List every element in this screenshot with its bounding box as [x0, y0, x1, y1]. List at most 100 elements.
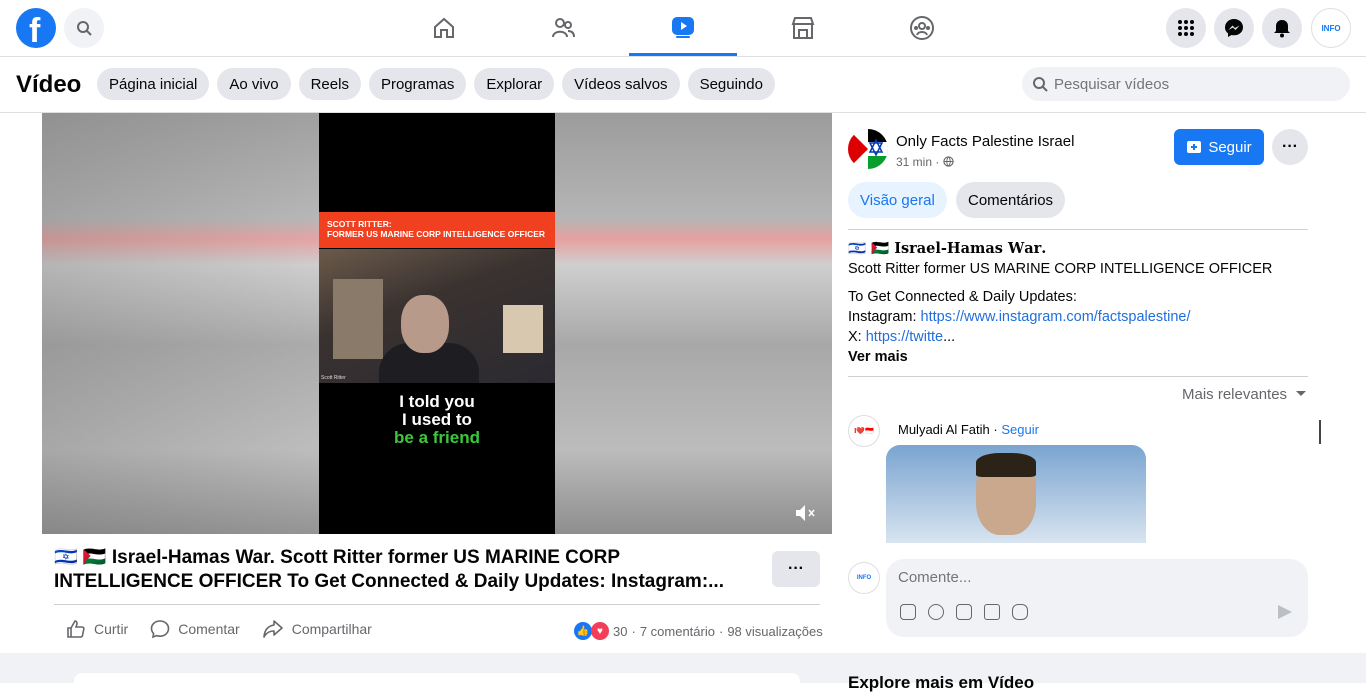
chip-explore[interactable]: Explorar: [474, 68, 555, 100]
tab-overview[interactable]: Visão geral: [848, 182, 947, 218]
like-button[interactable]: Curtir: [66, 619, 128, 639]
marketplace-icon[interactable]: [749, 0, 857, 56]
search-icon[interactable]: [64, 8, 104, 48]
follow-plus-icon: [1187, 141, 1202, 153]
instagram-label: Instagram:: [848, 309, 921, 325]
comment-button[interactable]: Comentar: [150, 619, 240, 639]
video-frame: SCOTT RITTER: FORMER US MARINE CORP INTE…: [319, 113, 555, 534]
comment-sort-label: Mais relevantes: [1182, 386, 1288, 403]
comment-image[interactable]: [886, 445, 1146, 543]
share-label: Compartilhar: [291, 621, 372, 637]
comment-input[interactable]: [898, 569, 1278, 586]
blurred-background: [42, 113, 319, 534]
sticker-icon[interactable]: [1012, 604, 1028, 620]
commenter-avatar[interactable]: I❤️🇮🇩: [848, 415, 880, 447]
camera-icon[interactable]: [956, 604, 972, 620]
video-search-input[interactable]: [1054, 75, 1334, 93]
divider: [54, 604, 820, 605]
follow-label: Seguir: [1208, 138, 1252, 156]
instagram-link[interactable]: https://www.instagram.com/factspalestine…: [921, 309, 1191, 325]
video-title-line-2: INTELLIGENCE OFFICER To Get Connected & …: [54, 571, 724, 592]
commenter-follow-link[interactable]: Seguir: [1001, 422, 1039, 437]
reaction-count[interactable]: 30: [613, 624, 627, 639]
comment-label: Comentar: [178, 621, 240, 637]
post-time-text[interactable]: 31 min ·: [896, 155, 939, 169]
share-button[interactable]: Compartilhar: [262, 619, 372, 639]
next-video-card[interactable]: [74, 673, 800, 693]
video-caption: I told you I used to be a friend: [319, 393, 555, 447]
banner-line-2: FORMER US MARINE CORP INTELLIGENCE OFFIC…: [327, 229, 546, 239]
banner-line-1: SCOTT RITTER:: [327, 219, 392, 229]
explore-more-heading: Explore mais em Vídeo: [848, 673, 1035, 692]
search-icon: [1033, 77, 1048, 92]
comment-sort-dropdown[interactable]: Mais relevantes: [1182, 386, 1307, 403]
x-label: X:: [848, 329, 866, 345]
divider: [848, 376, 1308, 377]
avatar-sticker-icon[interactable]: [900, 604, 916, 620]
description-line: To Get Connected & Daily Updates:: [848, 289, 1077, 305]
thumbs-up-icon: [67, 620, 85, 638]
emoji-icon[interactable]: [928, 604, 944, 620]
video-banner: SCOTT RITTER: FORMER US MARINE CORP INTE…: [319, 212, 555, 248]
facebook-logo-icon[interactable]: f: [16, 8, 56, 50]
my-avatar[interactable]: INFO: [848, 562, 880, 594]
commenter-name[interactable]: Mulyadi Al Fatih: [898, 422, 990, 437]
friends-icon[interactable]: [509, 0, 617, 56]
commenter-header: Mulyadi Al Fatih · Seguir: [898, 422, 1039, 437]
video-title-line-1: 🇮🇱 🇵🇸 Israel-Hamas War. Scott Ritter for…: [54, 547, 621, 568]
speaker-nametag: Scott Ritter: [321, 375, 346, 381]
messenger-icon[interactable]: [1214, 8, 1254, 48]
chip-following[interactable]: Seguindo: [687, 68, 775, 100]
follow-page-button[interactable]: Seguir: [1174, 129, 1264, 165]
page-avatar[interactable]: [848, 129, 888, 169]
see-more-link[interactable]: Ver mais: [848, 347, 908, 367]
like-label: Curtir: [94, 621, 129, 637]
comment-composer[interactable]: [886, 559, 1308, 637]
video-stats: 👍 ♥ 30 · 7 comentário · 98 visualizações: [574, 622, 823, 640]
chip-shows[interactable]: Programas: [368, 68, 467, 100]
notifications-bell-icon[interactable]: [1262, 8, 1302, 48]
home-icon[interactable]: [390, 0, 498, 56]
divider: [848, 229, 1308, 230]
view-count: 98 visualizações: [727, 623, 823, 639]
caption-line-2: I used to: [402, 410, 472, 429]
chip-reels[interactable]: Reels: [298, 68, 361, 100]
chevron-down-icon: [1296, 391, 1307, 396]
video-title: 🇮🇱 🇵🇸 Israel-Hamas War. Scott Ritter for…: [54, 546, 754, 594]
ellipsis: ...: [943, 329, 956, 345]
top-navigation-bar: f INFO: [0, 0, 1366, 57]
chip-live[interactable]: Ao vivo: [217, 68, 291, 100]
svg-text:f: f: [29, 12, 41, 48]
video-tab-icon[interactable]: [629, 0, 737, 56]
tab-comments[interactable]: Comentários: [956, 182, 1066, 218]
video-more-options-button[interactable]: ···: [772, 551, 820, 587]
post-more-options-button[interactable]: ···: [1272, 129, 1308, 165]
chip-home[interactable]: Página inicial: [97, 68, 210, 100]
post-description: 🇮🇱 🇵🇸 𝐈𝐬𝐫𝐚𝐞𝐥-𝐇𝐚𝐦𝐚𝐬 𝐖𝐚𝐫. Scott Ritter for…: [848, 239, 1308, 375]
gif-icon[interactable]: [984, 604, 1000, 620]
chip-saved-videos[interactable]: Vídeos salvos: [562, 68, 680, 100]
groups-icon[interactable]: [868, 0, 976, 56]
comment-count[interactable]: 7 comentário: [640, 624, 715, 639]
post-time: 31 min ·: [896, 155, 954, 169]
composer-tools: [900, 604, 1028, 620]
description-title: 🇮🇱 🇵🇸 𝐈𝐬𝐫𝐚𝐞𝐥-𝐇𝐚𝐦𝐚𝐬 𝐖𝐚𝐫.: [848, 240, 1047, 257]
caption-line-3: be a friend: [394, 428, 480, 447]
love-reaction-icon: ♥: [591, 622, 609, 640]
video-speaker-image: Scott Ritter: [319, 249, 555, 383]
video-action-bar: Curtir Comentar Compartilhar: [66, 619, 372, 639]
profile-avatar[interactable]: INFO: [1311, 8, 1351, 48]
caption-line-1: I told you: [399, 392, 475, 411]
comment-bubble-icon: [150, 620, 170, 639]
page-name-link[interactable]: Only Facts Palestine Israel: [896, 133, 1074, 150]
mute-icon[interactable]: [794, 503, 816, 526]
send-icon[interactable]: [1278, 605, 1292, 619]
description-line: Scott Ritter former US MARINE CORP INTEL…: [848, 261, 1273, 277]
x-link[interactable]: https://twitte: [866, 329, 943, 345]
globe-icon: [943, 156, 954, 167]
like-reaction-icon: 👍: [574, 622, 592, 640]
menu-grid-icon[interactable]: [1166, 8, 1206, 48]
video-player[interactable]: SCOTT RITTER: FORMER US MARINE CORP INTE…: [42, 113, 832, 534]
video-search-box[interactable]: [1022, 67, 1350, 101]
scrollbar-thumb[interactable]: [1319, 420, 1321, 444]
